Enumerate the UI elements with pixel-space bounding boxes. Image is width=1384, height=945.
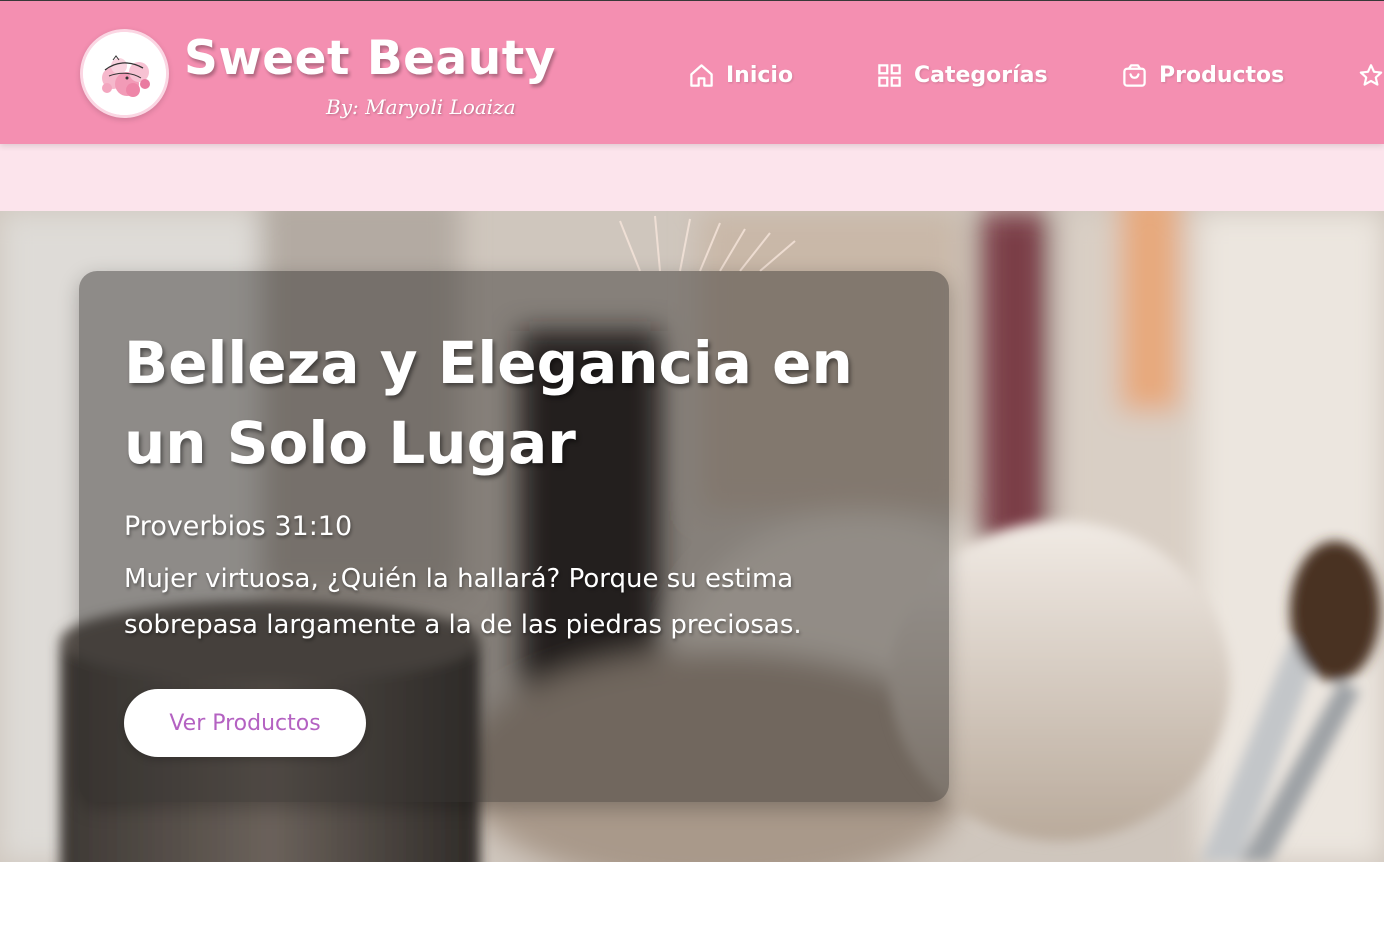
subheader-band [0, 144, 1384, 211]
navbar: Sweet Beauty By: Maryoli Loaiza Inicio C… [0, 1, 1384, 144]
nav-item-inicio[interactable]: Inicio [688, 58, 793, 92]
shopping-bag-icon [1123, 63, 1146, 87]
nav-item-label: Categorías [914, 62, 1048, 88]
home-icon [690, 63, 713, 87]
brand-title[interactable]: Sweet Beauty [184, 31, 556, 86]
nav-item-productos[interactable]: Productos [1121, 58, 1284, 92]
ver-productos-button[interactable]: Ver Productos [124, 689, 366, 757]
brand-logo[interactable] [80, 29, 169, 118]
nav-item-label: Inicio [726, 62, 794, 88]
hero-section: Belleza y Elegancia en un Solo Lugar Pro… [0, 211, 1384, 862]
hero-title: Belleza y Elegancia en un Solo Lugar [124, 329, 853, 477]
brand-subtitle: By: Maryoli Loaiza [326, 95, 516, 119]
grid-icon [878, 63, 901, 87]
nav-item-categorias[interactable]: Categorías [876, 58, 1048, 92]
nav-item-label: Productos [1159, 62, 1285, 88]
flower-logo-icon [83, 32, 166, 115]
star-icon [1359, 63, 1383, 86]
verse-reference: Proverbios 31:10 [124, 511, 353, 542]
verse-text: Mujer virtuosa, ¿Quién la hallará? Porqu… [124, 564, 802, 640]
nav-item-favoritos[interactable] [1358, 58, 1384, 92]
